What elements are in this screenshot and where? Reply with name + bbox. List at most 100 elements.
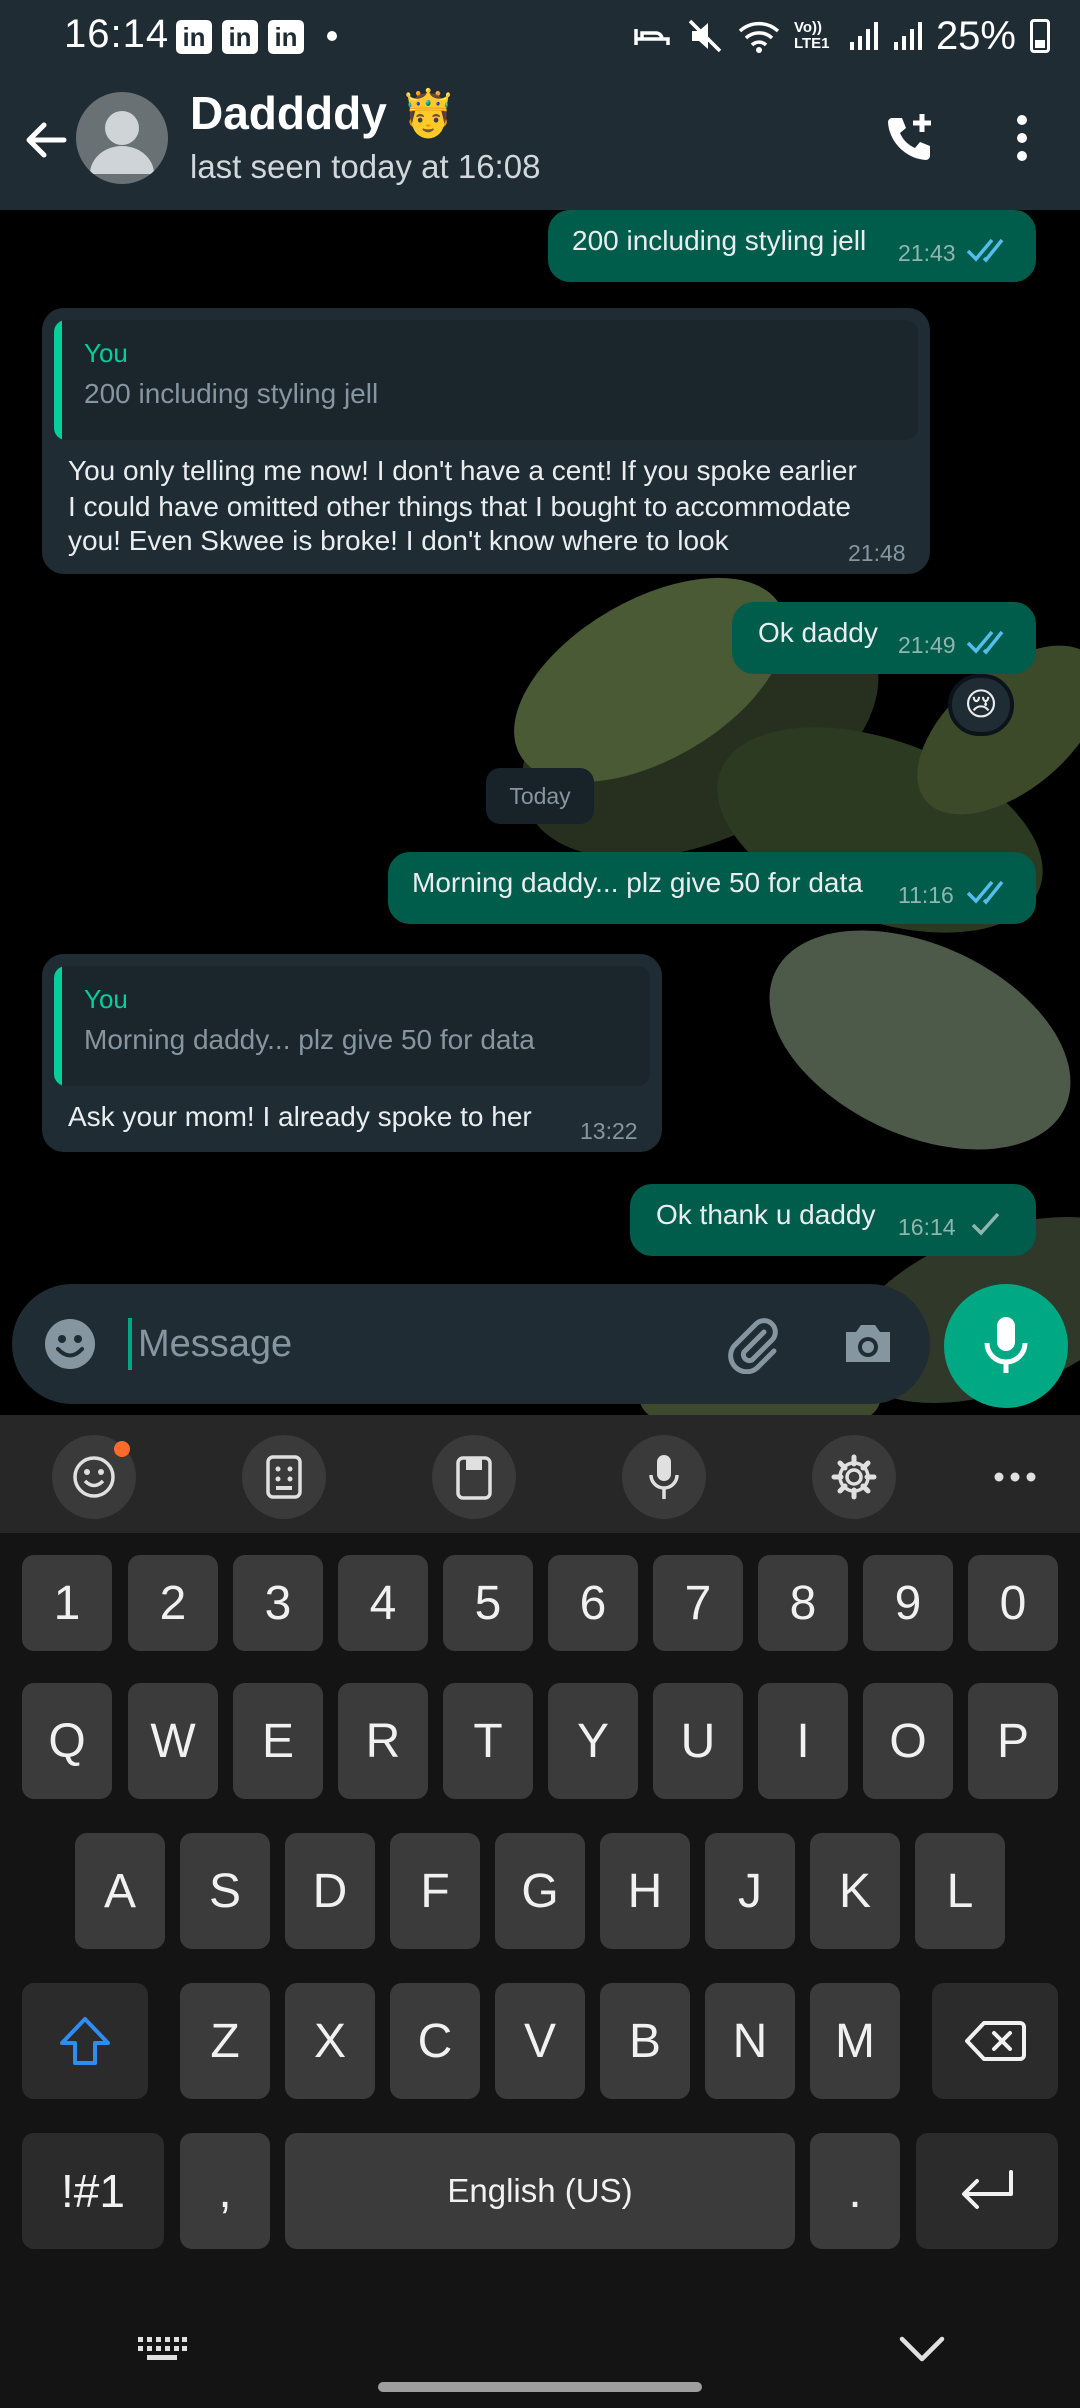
clipboard-icon <box>456 1456 492 1500</box>
keyboard-emoji-button[interactable] <box>52 1435 136 1519</box>
backspace-key[interactable] <box>932 1983 1058 2099</box>
message-bubble-incoming[interactable]: You 200 including styling jell You only … <box>42 308 930 574</box>
key-r[interactable]: R <box>338 1683 428 1799</box>
enter-key[interactable] <box>916 2133 1058 2249</box>
key-w[interactable]: W <box>128 1683 218 1799</box>
symbols-key[interactable]: !#1 <box>22 2133 164 2249</box>
clipboard-button[interactable] <box>432 1435 516 1519</box>
key-3[interactable]: 3 <box>233 1555 323 1651</box>
key-7[interactable]: 7 <box>653 1555 743 1651</box>
quoted-message[interactable]: You 200 including styling jell <box>54 320 918 440</box>
key-0[interactable]: 0 <box>968 1555 1058 1651</box>
key-2[interactable]: 2 <box>128 1555 218 1651</box>
key-k[interactable]: K <box>810 1833 900 1949</box>
keypad-icon <box>266 1455 302 1499</box>
key-c[interactable]: C <box>390 1983 480 2099</box>
quote-text: 200 including styling jell <box>84 378 379 409</box>
key-s[interactable]: S <box>180 1833 270 1949</box>
day-separator: Today <box>486 768 594 824</box>
back-arrow-icon[interactable] <box>18 112 74 168</box>
key-y[interactable]: Y <box>548 1683 638 1799</box>
camera-button[interactable] <box>834 1310 902 1378</box>
key-e[interactable]: E <box>233 1683 323 1799</box>
message-bubble-outgoing[interactable]: Ok thank u daddy 16:14 <box>630 1184 1036 1256</box>
message-bubble-outgoing[interactable]: 200 including styling jell 21:43 <box>548 210 1036 282</box>
quoted-message[interactable]: You Morning daddy... plz give 50 for dat… <box>54 966 650 1086</box>
hide-keyboard-chevron-icon[interactable] <box>898 2333 946 2365</box>
paperclip-icon <box>728 1318 778 1374</box>
key-l[interactable]: L <box>915 1833 1005 1949</box>
last-seen-status: last seen today at 16:08 <box>190 148 541 185</box>
signal-icon <box>849 22 878 50</box>
key-f[interactable]: F <box>390 1833 480 1949</box>
key-g[interactable]: G <box>495 1833 585 1949</box>
phone-plus-icon <box>888 114 931 160</box>
key-d[interactable]: D <box>285 1833 375 1949</box>
avatar[interactable] <box>76 92 168 184</box>
gear-icon <box>831 1454 877 1500</box>
key-o[interactable]: O <box>863 1683 953 1799</box>
more-options-button[interactable] <box>990 106 1054 170</box>
message-time: 21:43 <box>898 240 956 266</box>
key-a[interactable]: A <box>75 1833 165 1949</box>
message-bubble-outgoing[interactable]: Morning daddy... plz give 50 for data 11… <box>388 852 1036 924</box>
period-key[interactable]: . <box>810 2133 900 2249</box>
voice-input-button[interactable] <box>622 1435 706 1519</box>
message-text-line: You only telling me now! I don't have a … <box>68 455 857 486</box>
message-input[interactable] <box>138 1312 698 1376</box>
gesture-home-bar[interactable] <box>378 2382 702 2392</box>
key-h[interactable]: H <box>600 1833 690 1949</box>
message-text: Morning daddy... plz give 50 for data <box>412 867 863 898</box>
microphone-icon <box>649 1455 679 1499</box>
message-text-line: you! Even Skwee is broke! I don't know w… <box>68 525 729 556</box>
key-5[interactable]: 5 <box>443 1555 533 1651</box>
more-notifications-dot <box>327 31 337 41</box>
key-j[interactable]: J <box>705 1833 795 1949</box>
keyboard-switch-icon[interactable] <box>136 2333 188 2367</box>
backspace-icon <box>965 2021 1026 2061</box>
key-1[interactable]: 1 <box>22 1555 112 1651</box>
key-u[interactable]: U <box>653 1683 743 1799</box>
emoji-icon <box>45 1319 95 1369</box>
key-m[interactable]: M <box>810 1983 900 2099</box>
comma-key[interactable]: , <box>180 2133 270 2249</box>
key-p[interactable]: P <box>968 1683 1058 1799</box>
shift-key[interactable] <box>22 1983 148 2099</box>
key-6[interactable]: 6 <box>548 1555 638 1651</box>
conversation-area[interactable]: 200 including styling jell 21:43 You 200… <box>0 210 1080 1415</box>
key-9[interactable]: 9 <box>863 1555 953 1651</box>
contact-name[interactable]: Daddddy 🤴 <box>190 86 457 141</box>
new-badge-dot <box>114 1441 130 1457</box>
key-v[interactable]: V <box>495 1983 585 2099</box>
volte-label: Vo)) LTE1 <box>793 19 830 52</box>
message-bubble-incoming[interactable]: You Morning daddy... plz give 50 for dat… <box>42 954 662 1152</box>
message-text: Ok thank u daddy <box>656 1199 876 1230</box>
key-i[interactable]: I <box>758 1683 848 1799</box>
message-text-line: I could have omitted other things that I… <box>68 491 851 522</box>
voice-message-button[interactable] <box>944 1284 1068 1408</box>
emoji-button[interactable] <box>36 1310 104 1378</box>
key-t[interactable]: T <box>443 1683 533 1799</box>
key-n[interactable]: N <box>705 1983 795 2099</box>
message-reaction[interactable]: 😢 <box>948 674 1014 736</box>
key-b[interactable]: B <box>600 1983 690 2099</box>
add-call-button[interactable] <box>878 106 942 170</box>
on-screen-keyboard: 1 2 3 4 5 6 7 8 9 0 Q W E R T Y U I O P … <box>0 1415 1080 2408</box>
key-q[interactable]: Q <box>22 1683 112 1799</box>
space-bar[interactable]: English (US) <box>285 2133 795 2249</box>
key-x[interactable]: X <box>285 1983 375 2099</box>
keyboard-settings-button[interactable] <box>812 1435 896 1519</box>
key-4[interactable]: 4 <box>338 1555 428 1651</box>
linkedin-notification-icon: in <box>268 20 304 54</box>
message-time: 21:48 <box>848 540 906 566</box>
message-bubble-outgoing[interactable]: Ok daddy 21:49 <box>732 602 1036 674</box>
linkedin-notification-icon: in <box>176 20 212 54</box>
attach-button[interactable] <box>718 1310 786 1378</box>
message-time: 21:49 <box>898 632 956 658</box>
keyboard-more-button[interactable] <box>973 1435 1057 1519</box>
keyboard-mode-button[interactable] <box>242 1435 326 1519</box>
message-time: 13:22 <box>580 1118 638 1144</box>
mute-icon <box>688 19 722 53</box>
key-z[interactable]: Z <box>180 1983 270 2099</box>
key-8[interactable]: 8 <box>758 1555 848 1651</box>
